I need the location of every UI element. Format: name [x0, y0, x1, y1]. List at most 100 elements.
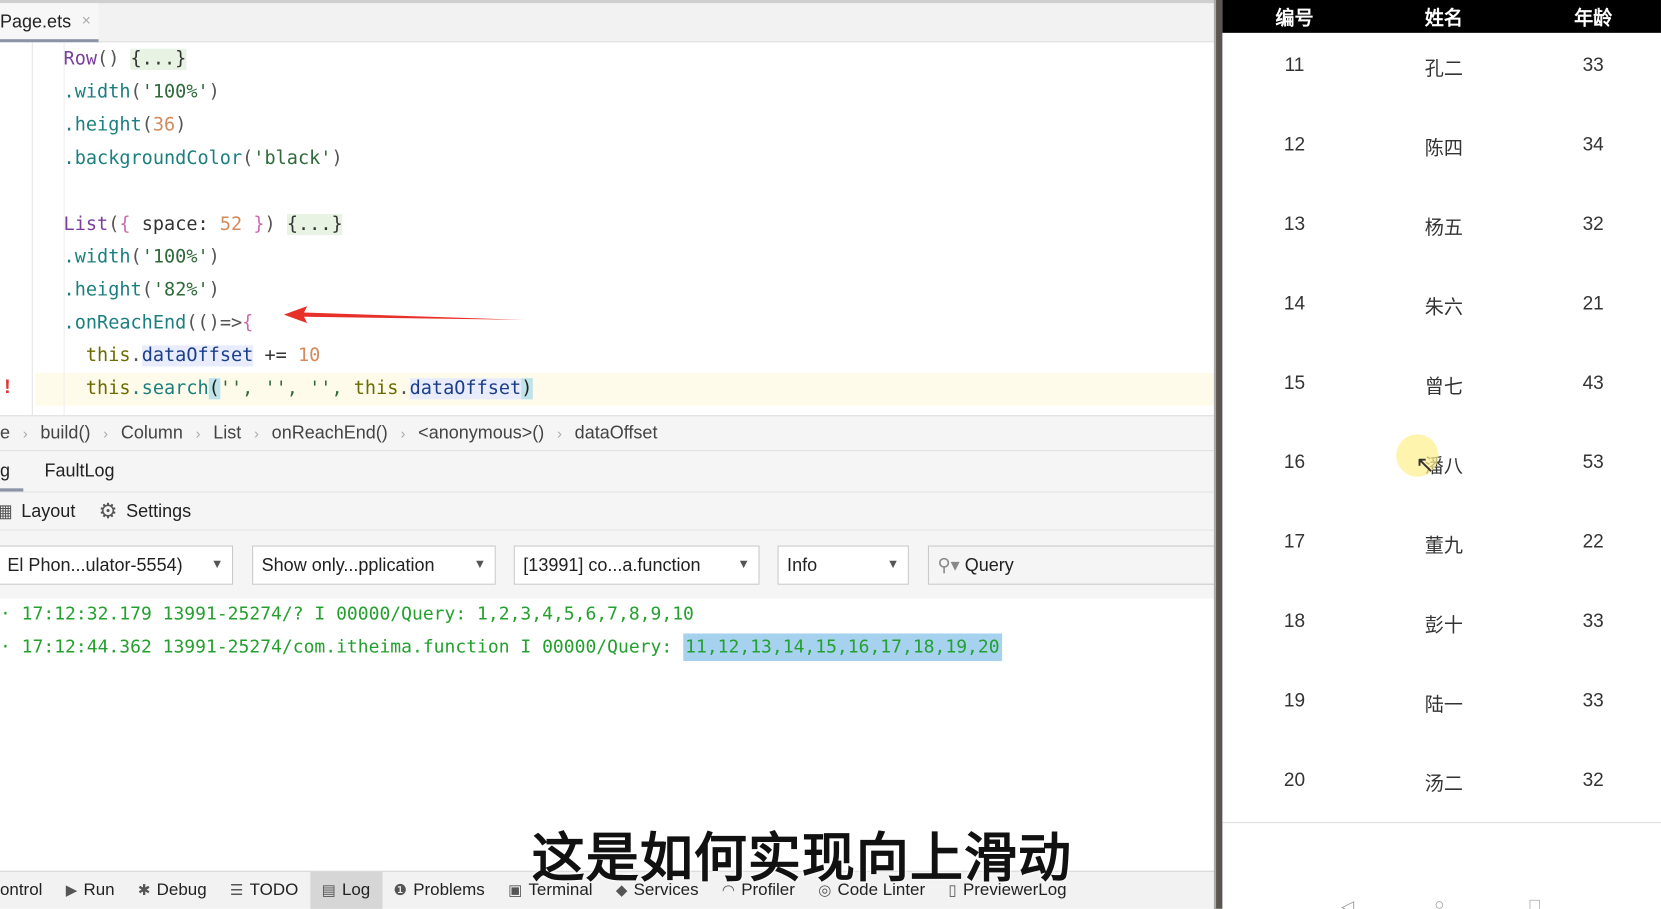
- code-token: '100%': [141, 246, 209, 269]
- error-bulb-icon[interactable]: !: [4, 376, 19, 397]
- tool-log[interactable]: ▤ Log: [309, 871, 382, 909]
- list-item[interactable]: 18 彭十 33: [1222, 610, 1661, 642]
- home-nav-icon[interactable]: ○: [1434, 896, 1444, 909]
- cell-id: 18: [1283, 610, 1306, 632]
- scope-value: Show only...pplication: [261, 555, 435, 576]
- chevron-down-icon: ▼: [737, 556, 750, 571]
- code-token: space:: [130, 213, 220, 236]
- code-line: .height(36): [64, 109, 187, 141]
- cell-age: 33: [1582, 54, 1604, 76]
- code-token: (()=>: [186, 312, 243, 334]
- code-token: (: [130, 246, 142, 269]
- cell-name: 曾七: [1424, 376, 1463, 398]
- cell-age: 53: [1582, 451, 1604, 473]
- panel-divider[interactable]: [1213, 0, 1223, 909]
- cell-age: 33: [1582, 689, 1604, 711]
- tool-ontrol[interactable]: ontrol: [0, 871, 54, 909]
- search-placeholder: Query: [964, 555, 1014, 576]
- tool-run[interactable]: ▶ Run: [54, 871, 126, 909]
- list-item[interactable]: 20 汤二 32: [1222, 769, 1661, 801]
- code-line: .height('82%'): [64, 274, 220, 306]
- chevron-right-icon: ›: [22, 424, 28, 442]
- list-item[interactable]: 14 朱六 21: [1222, 292, 1661, 324]
- code-token: {: [242, 312, 254, 334]
- scope-select[interactable]: Show only...pplication ▼: [252, 545, 496, 585]
- layout-button[interactable]: Layout: [21, 501, 75, 522]
- cell-age: 21: [1582, 292, 1604, 314]
- cell-id: 15: [1283, 371, 1306, 394]
- code-token: this: [353, 378, 399, 400]
- code-token: .onReachEnd: [63, 312, 187, 334]
- breadcrumb-item[interactable]: dataOffset: [575, 423, 658, 444]
- code-token: .backgroundColor: [63, 148, 243, 170]
- header-id: 编号: [1275, 7, 1314, 29]
- list-item[interactable]: 12 陈四 34: [1222, 133, 1661, 165]
- code-token: .width: [63, 246, 131, 269]
- tool-icon: ❶: [393, 881, 407, 899]
- phone-previewer: 编号 姓名 年龄 11 孔二 33 12 陈四 34 13 杨五 32 14 朱六 21 15 曾七 43 1…: [1222, 0, 1661, 909]
- list-item[interactable]: 16 潘八 53: [1222, 451, 1661, 483]
- back-nav-icon[interactable]: ◁: [1341, 896, 1354, 909]
- code-token: 36: [152, 114, 176, 136]
- breadcrumb-item[interactable]: onReachEnd(): [272, 423, 388, 444]
- code-token: ): [331, 148, 343, 170]
- log-line: · 17:12:44.362 13991-25274/com.itheima.f…: [0, 633, 1002, 662]
- search-input[interactable]: ⚲▾ Query: [927, 545, 1220, 585]
- cell-name: 朱六: [1424, 296, 1463, 318]
- cell-id: 19: [1283, 689, 1306, 711]
- code-line: this.dataOffset += 10: [64, 340, 320, 372]
- chevron-right-icon: ›: [557, 424, 562, 442]
- red-arrow-annotation: [283, 306, 525, 324]
- video-subtitle: 这是如何实现向上滑动: [531, 828, 1073, 888]
- device-select[interactable]: El Phon...ulator-5554) ▼: [0, 545, 234, 585]
- gutter-line: [31, 42, 33, 416]
- list-item[interactable]: 13 杨五 32: [1222, 213, 1661, 245]
- list-item[interactable]: 11 孔二 33: [1222, 54, 1661, 86]
- cell-name: 彭十: [1424, 614, 1463, 636]
- code-token: 'black': [253, 148, 332, 170]
- breadcrumb-item[interactable]: List: [213, 423, 241, 444]
- log-toolbar: ▦ Layout ⚙ Settings: [0, 491, 1214, 531]
- cell-id: 13: [1283, 212, 1306, 235]
- breadcrumb-item[interactable]: Column: [121, 423, 183, 444]
- settings-button[interactable]: Settings: [126, 501, 191, 522]
- tab-log[interactable]: g: [0, 451, 24, 492]
- layout-icon: ▦: [0, 501, 13, 522]
- log-line: · 17:12:32.179 13991-25274/? I 00000/Que…: [0, 604, 694, 625]
- cell-name: 杨五: [1424, 217, 1463, 239]
- cell-id: 20: [1283, 769, 1306, 791]
- cell-age: 34: [1582, 133, 1604, 155]
- code-token: '', '', '',: [219, 378, 354, 400]
- cell-id: 17: [1283, 530, 1306, 552]
- search-icon: ⚲▾: [937, 555, 965, 576]
- tab-faultlog[interactable]: FaultLog: [44, 461, 114, 482]
- chevron-down-icon: ▼: [210, 556, 224, 571]
- level-select[interactable]: Info ▼: [777, 545, 909, 585]
- tool-todo[interactable]: ☰ TODO: [218, 871, 310, 909]
- tool-debug[interactable]: ✱ Debug: [126, 871, 218, 909]
- code-token: .height: [63, 114, 142, 136]
- code-token: (: [130, 81, 142, 103]
- mouse-cursor-icon: ↖: [1415, 451, 1435, 478]
- tool-label: TODO: [249, 880, 299, 899]
- chevron-right-icon: ›: [400, 424, 406, 442]
- cell-age: 43: [1582, 371, 1604, 394]
- list-item[interactable]: 17 董九 22: [1222, 531, 1661, 563]
- list-item[interactable]: 15 曾七 43: [1222, 372, 1661, 404]
- process-select[interactable]: [13991] co...a.function ▼: [513, 545, 760, 585]
- breadcrumb-item[interactable]: e: [0, 423, 10, 444]
- recents-nav-icon[interactable]: □: [1530, 896, 1540, 909]
- code-line: List({ space: 52 }) {...}: [64, 209, 343, 241]
- list-item[interactable]: 19 陆一 33: [1222, 690, 1661, 722]
- code-line: .width('100%'): [64, 242, 220, 274]
- cell-name: 汤二: [1424, 773, 1463, 795]
- close-icon[interactable]: ×: [82, 12, 91, 40]
- cell-age: 22: [1582, 530, 1604, 552]
- tool-problems[interactable]: ❶ Problems: [382, 871, 497, 909]
- cell-name: 孔二: [1424, 58, 1463, 80]
- breadcrumb-item[interactable]: build(): [40, 423, 90, 444]
- cell-id: 14: [1283, 292, 1306, 314]
- cell-id: 16: [1283, 451, 1306, 473]
- breadcrumb-item[interactable]: <anonymous>(): [418, 423, 544, 444]
- editor-tab[interactable]: Page.ets ×: [0, 3, 99, 43]
